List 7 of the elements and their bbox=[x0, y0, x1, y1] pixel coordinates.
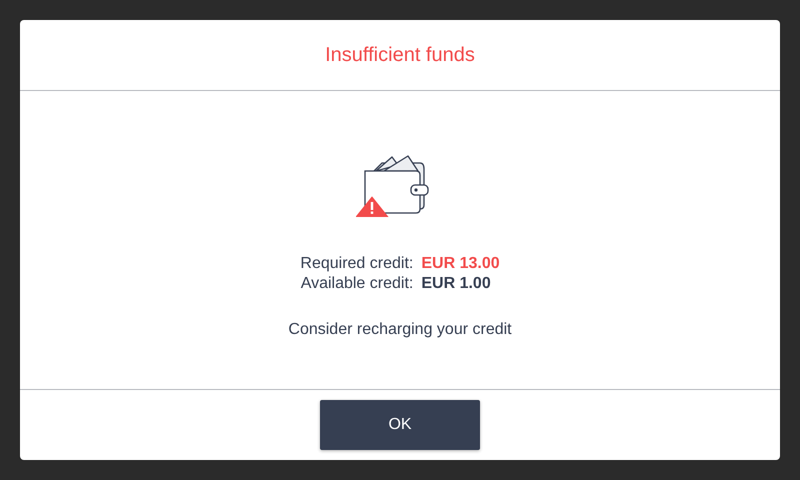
credit-label: Required credit: bbox=[300, 255, 414, 273]
credit-value: EUR 1.00 bbox=[421, 275, 492, 293]
message-text: Consider recharging your credit bbox=[288, 321, 512, 339]
dialog-title: Insufficient funds bbox=[325, 44, 475, 66]
credit-value: EUR 13.00 bbox=[421, 255, 500, 273]
credit-label: Available credit: bbox=[300, 275, 414, 293]
ok-button[interactable]: OK bbox=[320, 400, 480, 450]
